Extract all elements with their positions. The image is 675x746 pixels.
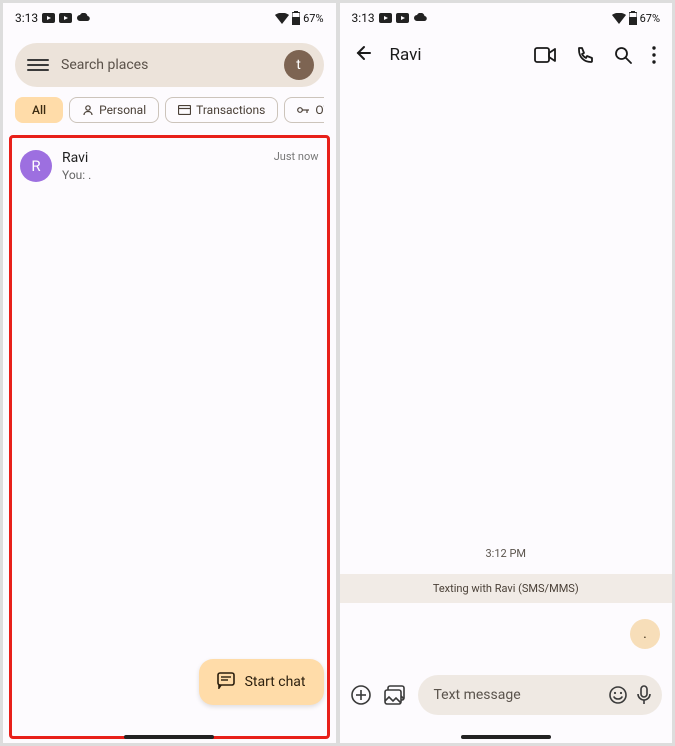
search-bar[interactable]: Search places t	[15, 43, 324, 87]
youtube-icon	[396, 13, 409, 23]
conversation-list: R Ravi You: . Just now	[9, 135, 330, 739]
start-chat-button[interactable]: Start chat	[199, 659, 324, 705]
mic-icon[interactable]	[636, 685, 652, 705]
status-time: 3:13	[352, 11, 375, 25]
conversation-item[interactable]: R Ravi You: . Just now	[16, 144, 323, 188]
cloud-icon	[76, 13, 90, 23]
nav-handle[interactable]	[124, 735, 214, 739]
start-chat-label: Start chat	[245, 674, 306, 690]
profile-avatar[interactable]: t	[284, 50, 314, 80]
chat-icon	[217, 671, 235, 693]
contact-name: Ravi	[62, 150, 91, 166]
message-time: Just now	[274, 150, 319, 163]
wifi-icon	[275, 13, 289, 24]
phone-right: 3:13 67% Ravi	[340, 3, 673, 743]
compose-placeholder: Text message	[434, 687, 601, 703]
battery-pct: 67%	[640, 12, 660, 25]
add-icon[interactable]	[350, 684, 372, 706]
chip-personal[interactable]: Personal	[69, 97, 159, 123]
key-icon	[297, 105, 310, 115]
message-timestamp: 3:12 PM	[340, 547, 673, 560]
cloud-icon	[413, 13, 427, 23]
more-icon[interactable]	[652, 46, 656, 64]
sms-banner: Texting with Ravi (SMS/MMS)	[340, 574, 673, 603]
sent-message-bubble[interactable]: .	[630, 619, 660, 649]
wifi-icon	[612, 13, 626, 24]
emoji-icon[interactable]	[608, 685, 628, 705]
call-icon[interactable]	[576, 46, 594, 64]
gallery-icon[interactable]	[384, 684, 406, 706]
phone-left: 3:13 67% Search places t A	[3, 3, 336, 743]
youtube-icon	[379, 13, 392, 23]
status-bar: 3:13 67%	[340, 3, 673, 31]
chip-otps[interactable]: OTPs	[284, 97, 323, 123]
battery-icon	[629, 11, 637, 25]
compose-input[interactable]: Text message	[418, 675, 663, 715]
chip-all[interactable]: All	[15, 97, 63, 123]
status-bar: 3:13 67%	[3, 3, 336, 31]
battery-icon	[292, 11, 300, 25]
chat-title: Ravi	[390, 45, 517, 65]
chat-header: Ravi	[340, 31, 673, 79]
chat-body: 3:12 PM Texting with Ravi (SMS/MMS) .	[340, 79, 673, 669]
menu-icon[interactable]	[27, 54, 49, 76]
youtube-icon	[42, 13, 55, 23]
composer-row: Text message	[340, 669, 673, 743]
search-placeholder: Search places	[61, 57, 284, 73]
message-preview: You: .	[62, 168, 91, 182]
filter-chip-row: All Personal Transactions OTPs	[15, 97, 324, 123]
chip-transactions[interactable]: Transactions	[165, 97, 278, 123]
search-icon[interactable]	[614, 46, 632, 64]
videocall-icon[interactable]	[534, 47, 556, 63]
back-icon[interactable]	[352, 43, 372, 67]
youtube-icon	[59, 13, 72, 23]
person-icon	[82, 104, 94, 116]
card-icon	[178, 105, 191, 115]
status-time: 3:13	[15, 11, 38, 25]
contact-avatar: R	[20, 150, 52, 182]
battery-pct: 67%	[303, 12, 323, 25]
nav-handle[interactable]	[461, 735, 551, 739]
